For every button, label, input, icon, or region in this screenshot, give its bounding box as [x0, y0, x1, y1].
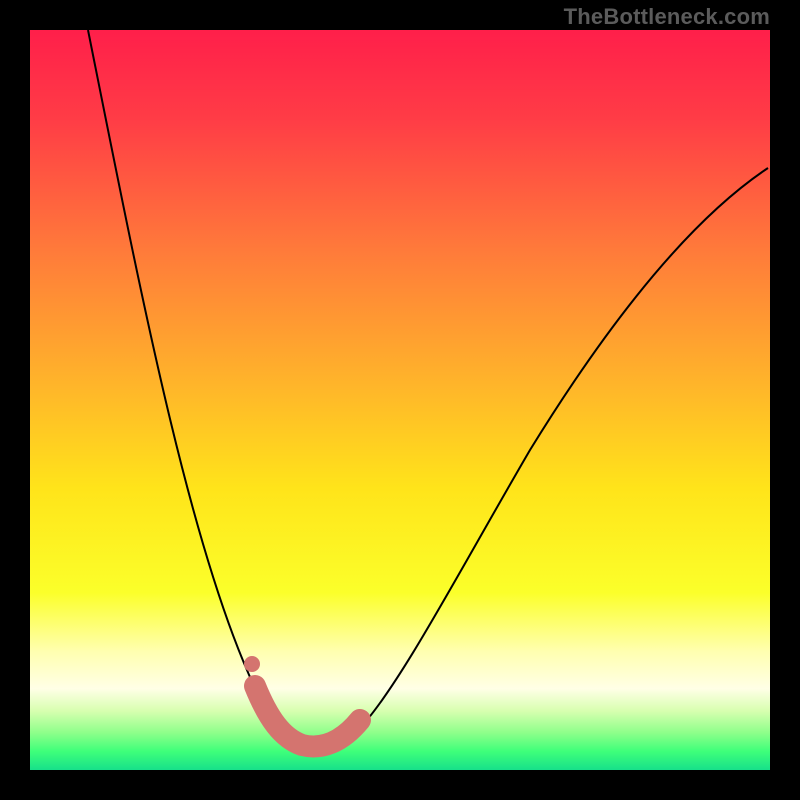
chart-curves — [30, 30, 770, 770]
highlight-dot — [244, 656, 260, 672]
chart-frame — [30, 30, 770, 770]
highlight-band — [255, 686, 360, 746]
bottleneck-curve — [88, 30, 768, 749]
watermark-text: TheBottleneck.com — [564, 4, 770, 30]
